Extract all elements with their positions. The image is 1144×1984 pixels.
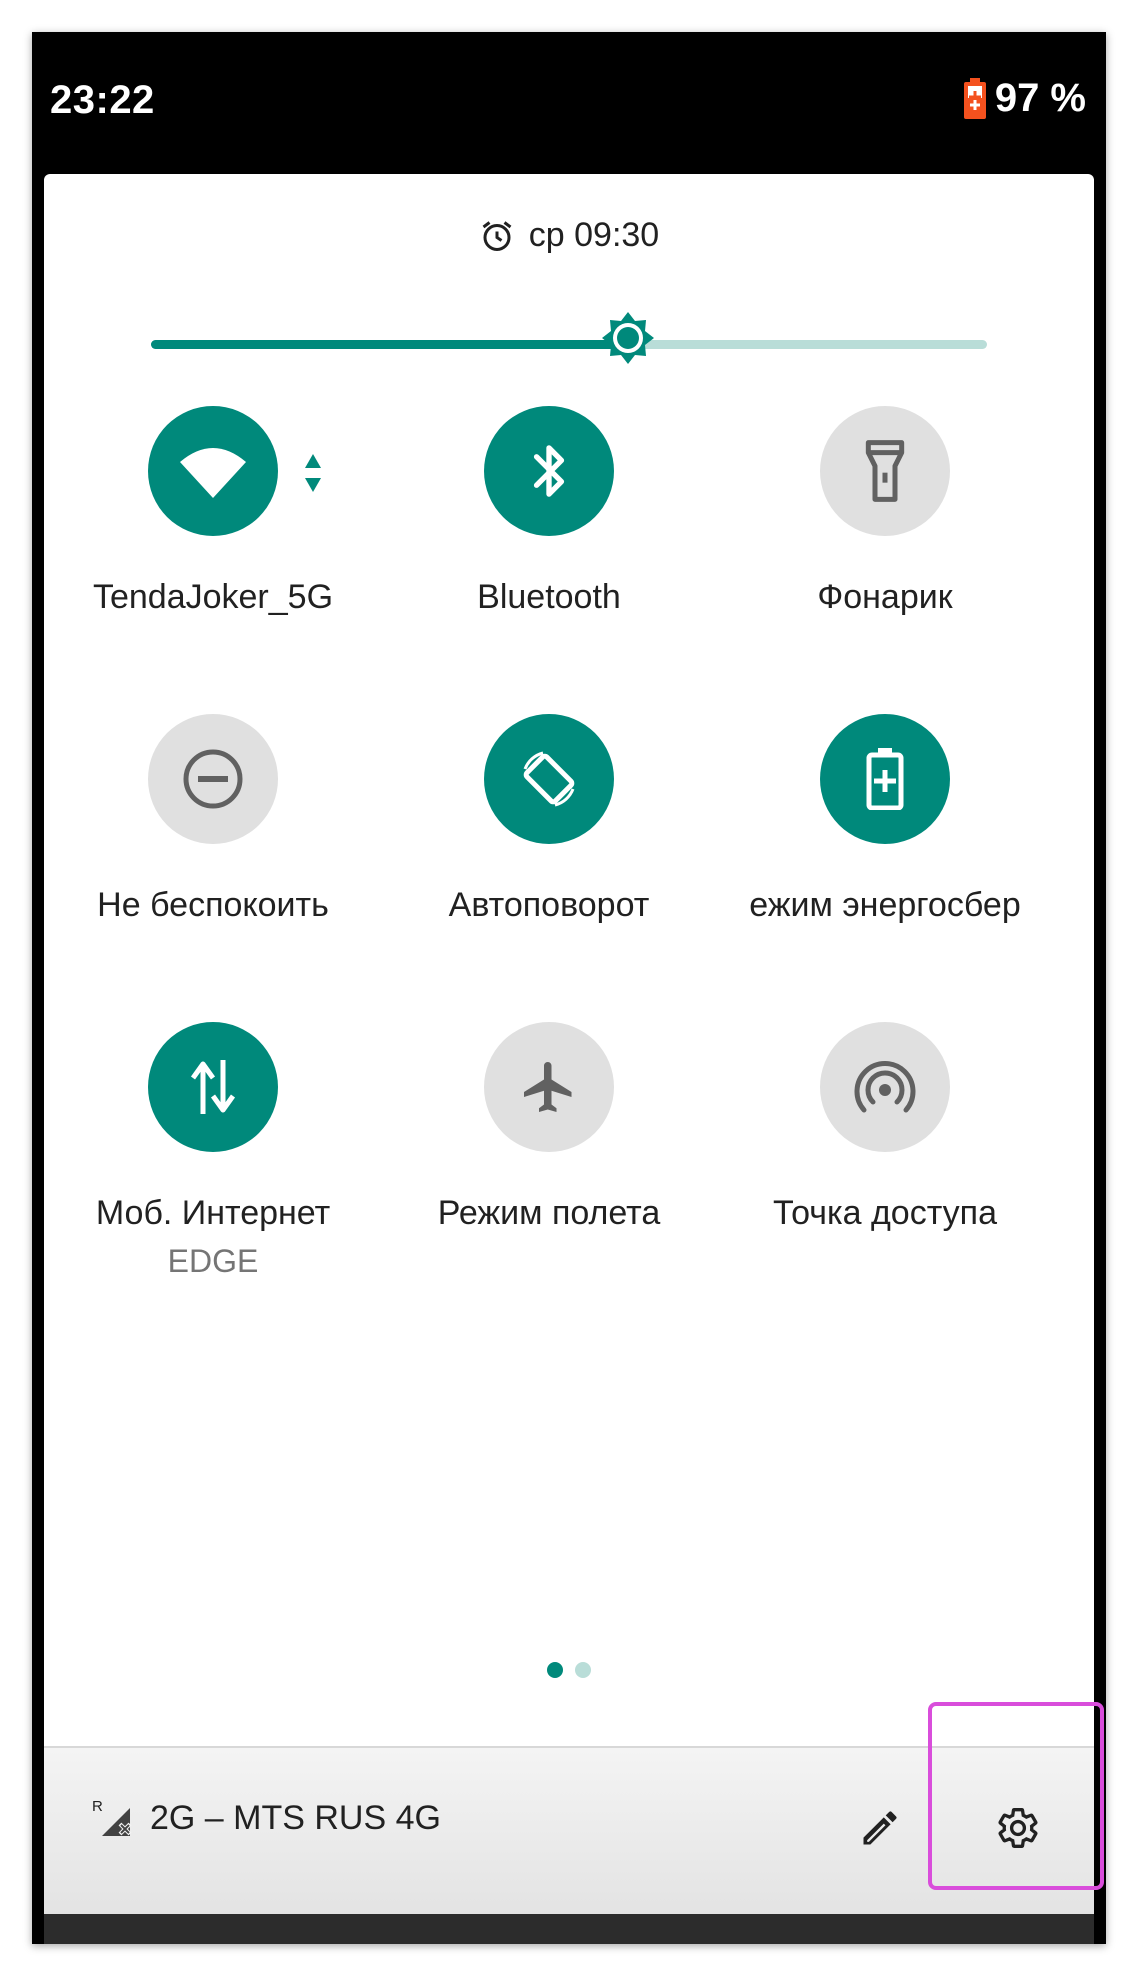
battery-charging-icon [963, 77, 986, 119]
mobile-data-icon [190, 1060, 236, 1114]
bluetooth-icon [533, 445, 565, 497]
do-not-disturb-icon [183, 749, 243, 809]
tile-dnd-button[interactable] [148, 714, 278, 844]
flashlight-icon [865, 440, 905, 502]
tile-mobile-data[interactable]: Моб. Интернет EDGE [44, 1022, 382, 1280]
page-dot-active[interactable] [547, 1662, 563, 1678]
carrier-info: R 2G – MTS RUS 4G [92, 1798, 441, 1838]
auto-rotate-icon [523, 751, 575, 807]
pencil-icon [863, 1811, 897, 1845]
tile-label: Не беспокоить [97, 886, 329, 924]
tile-label: TendaJoker_5G [92, 578, 334, 616]
carrier-text: 2G – MTS RUS 4G [150, 1798, 441, 1837]
hotspot-icon [854, 1060, 916, 1113]
brightness-track-fill [151, 340, 628, 349]
battery-indicator: 97 % [963, 76, 1086, 121]
airplane-icon [524, 1062, 572, 1112]
page-indicator [44, 1662, 1094, 1678]
battery-saver-icon [866, 748, 904, 810]
edit-button[interactable] [852, 1800, 908, 1856]
brightness-slider[interactable] [151, 312, 987, 364]
tile-flashlight[interactable]: Фонарик [716, 406, 1054, 617]
quick-settings-footer: R 2G – MTS RUS 4G [44, 1746, 1094, 1914]
tile-label: Моб. Интернет [95, 1194, 331, 1232]
tile-bluetooth[interactable]: Bluetooth [380, 406, 718, 617]
tile-label: Фонарик [817, 578, 953, 616]
tile-label: Режим полета [437, 1194, 661, 1232]
home-dock-strip [44, 1914, 1094, 1944]
tile-label: Bluetooth [477, 578, 621, 616]
brightness-thumb-icon[interactable] [596, 306, 660, 370]
tile-sublabel: EDGE [167, 1243, 259, 1279]
settings-button[interactable] [990, 1800, 1046, 1856]
phone-screen: 23:22 97 % ср 09:30 TendaJoker_5G Blueto… [32, 32, 1106, 1944]
tile-do-not-disturb[interactable]: Не беспокоить [44, 714, 382, 925]
page-dot[interactable] [575, 1662, 591, 1678]
tile-battery-saver-button[interactable] [820, 714, 950, 844]
status-time: 23:22 [50, 78, 155, 122]
tile-airplane-mode[interactable]: Режим полета [380, 1022, 718, 1233]
tile-label: Автоповорот [448, 886, 650, 924]
tile-bluetooth-button[interactable] [484, 406, 614, 536]
battery-percent: 97 % [994, 76, 1086, 120]
wifi-activity-icon [305, 454, 321, 492]
tile-wifi[interactable]: TendaJoker_5G [44, 406, 382, 617]
tile-auto-rotate[interactable]: Автоповорот [380, 714, 718, 925]
tile-auto-rotate-button[interactable] [484, 714, 614, 844]
gear-icon [998, 1808, 1038, 1848]
wifi-icon [180, 448, 246, 498]
tile-airplane-button[interactable] [484, 1022, 614, 1152]
tile-label: Точка доступа [773, 1194, 997, 1232]
status-bar: 23:22 97 % [32, 32, 1106, 174]
tile-mobile-data-button[interactable] [148, 1022, 278, 1152]
quick-settings-panel: ср 09:30 TendaJoker_5G Bluetooth Фонарик… [44, 174, 1094, 1914]
tile-battery-saver[interactable]: ежим энергосбер [716, 714, 1054, 925]
tile-label: ежим энергосбер [749, 886, 1021, 924]
tile-flashlight-button[interactable] [820, 406, 950, 536]
tile-wifi-button[interactable] [148, 406, 321, 536]
tile-hotspot-button[interactable] [820, 1022, 950, 1152]
signal-roaming-icon: R [92, 1798, 132, 1836]
tile-hotspot[interactable]: Точка доступа [716, 1022, 1054, 1233]
roaming-letter: R [92, 1798, 103, 1815]
alarm-clock-icon [482, 220, 512, 251]
next-alarm[interactable]: ср 09:30 [44, 216, 1094, 255]
alarm-time: ср 09:30 [528, 216, 660, 254]
